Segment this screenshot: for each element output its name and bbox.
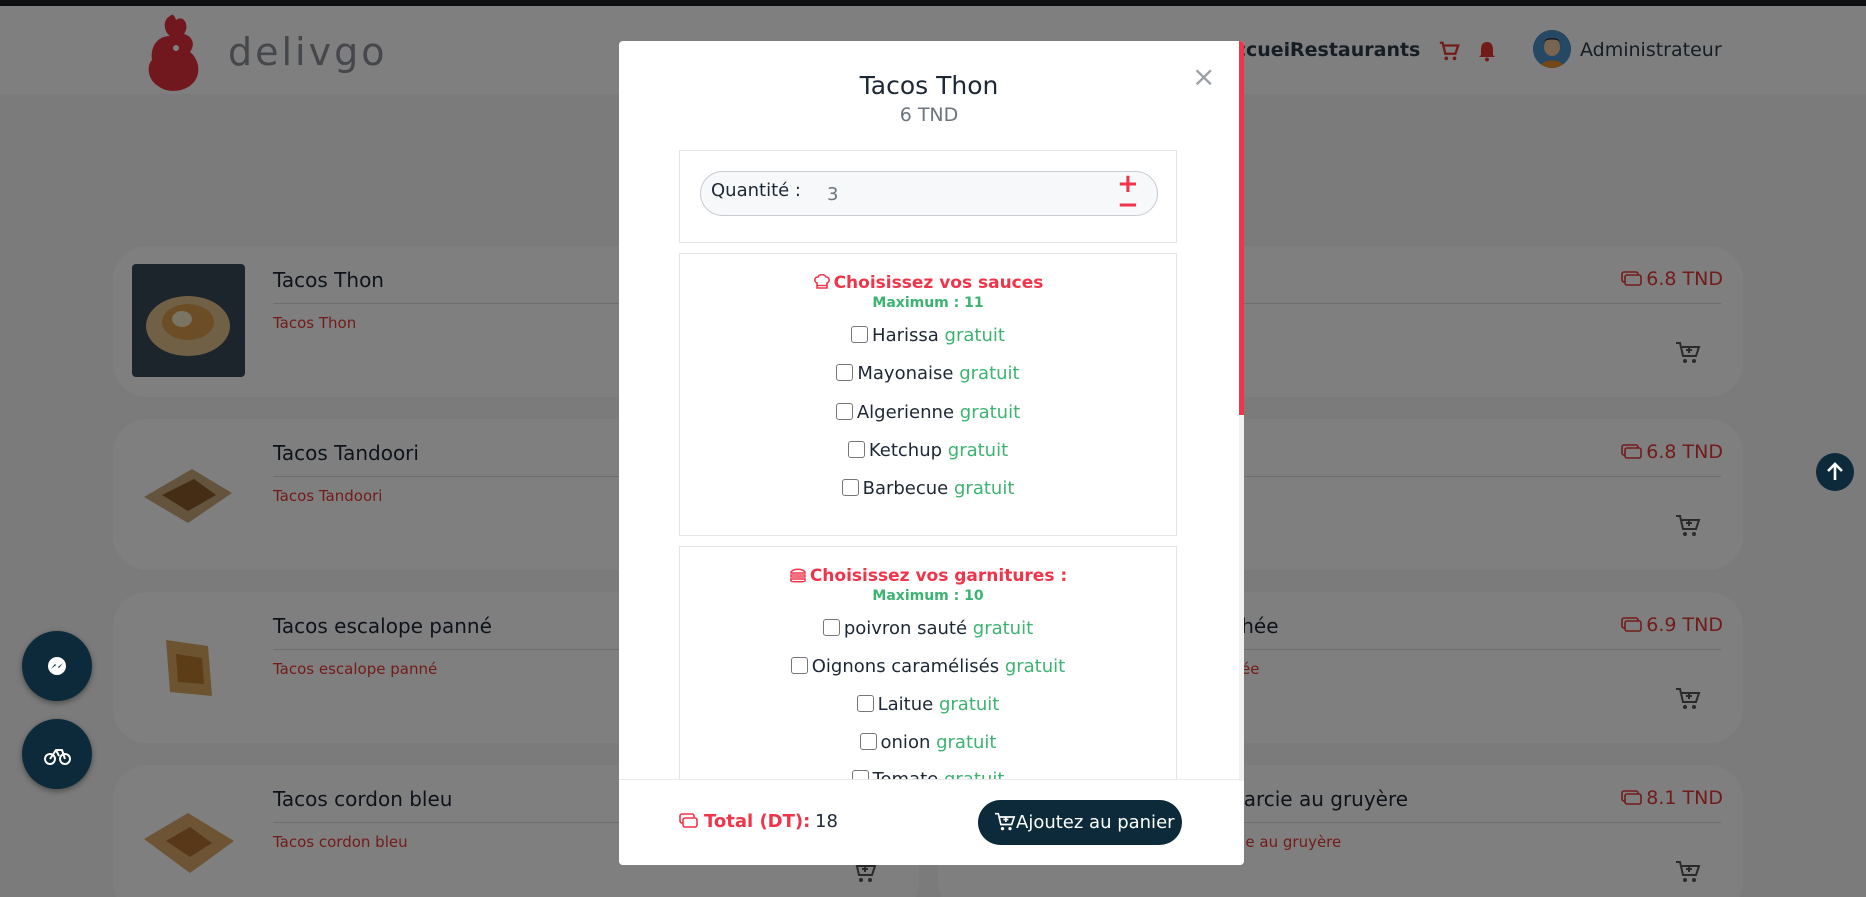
sauce-option-mayonaise[interactable]: Mayonaise gratuit — [680, 363, 1176, 384]
garniture-option-oignons[interactable]: Oignons caramélisés gratuit — [680, 656, 1176, 677]
total-label: Total (DT): — [704, 811, 811, 832]
sauce-option-barbecue[interactable]: Barbecue gratuit — [680, 478, 1176, 499]
sauces-heading: Choisissez vos sauces — [680, 273, 1176, 293]
chat-button[interactable] — [22, 631, 92, 701]
checkbox[interactable] — [790, 657, 808, 674]
checkbox[interactable] — [841, 479, 859, 496]
motorbike-icon — [44, 749, 71, 765]
cart-plus-icon — [995, 812, 1016, 831]
product-options-modal: × Tacos Thon 6 TND Quantité : 3 + − Choi… — [619, 41, 1244, 865]
checkbox[interactable] — [822, 619, 840, 636]
modal-title: Tacos Thon — [859, 71, 999, 100]
minus-icon[interactable]: − — [1117, 192, 1139, 218]
garniture-option-onion[interactable]: onion gratuit — [680, 732, 1176, 753]
modal-price: 6 TND — [899, 104, 959, 126]
checkbox[interactable] — [851, 326, 869, 343]
add-to-cart-label: Ajoutez au panier — [1016, 812, 1175, 833]
modal-footer: Total (DT): 18 Ajoutez au panier — [619, 779, 1239, 865]
garniture-option-laitue[interactable]: Laitue gratuit — [680, 694, 1176, 715]
total-value: 18 — [815, 811, 838, 832]
chef-hat-icon — [813, 273, 830, 289]
garniture-option-poivron[interactable]: poivron sauté gratuit — [680, 618, 1176, 639]
modal-scrollbar-thumb[interactable] — [1239, 41, 1244, 415]
checkbox[interactable] — [847, 441, 865, 458]
quantity-input[interactable]: 3 — [827, 184, 838, 205]
burger-icon — [790, 568, 806, 583]
sauces-maximum: Maximum : 11 — [872, 295, 984, 311]
add-to-cart-button[interactable]: Ajoutez au panier — [978, 800, 1182, 845]
quantity-section: Quantité : 3 + − — [679, 150, 1177, 243]
checkbox[interactable] — [835, 403, 853, 420]
sauce-option-ketchup[interactable]: Ketchup gratuit — [680, 440, 1176, 461]
checkbox[interactable] — [859, 733, 877, 750]
arrow-up-icon — [1827, 462, 1843, 480]
quantity-label: Quantité : — [711, 180, 801, 201]
garnitures-maximum: Maximum : 10 — [872, 588, 984, 604]
messenger-icon — [48, 657, 66, 675]
sauce-option-algerienne[interactable]: Algerienne gratuit — [680, 402, 1176, 423]
delivery-button[interactable] — [22, 719, 92, 789]
sauces-section: Choisissez vos sauces Maximum : 11 Haris… — [679, 253, 1177, 536]
checkbox[interactable] — [836, 364, 854, 381]
sauce-option-harissa[interactable]: Harissa gratuit — [680, 325, 1176, 346]
money-icon — [679, 813, 698, 828]
scroll-top-button[interactable] — [1816, 453, 1854, 491]
garnitures-heading: Choisissez vos garnitures : — [680, 566, 1176, 586]
quantity-stepper[interactable]: Quantité : 3 + − — [700, 171, 1158, 218]
checkbox[interactable] — [856, 695, 874, 712]
